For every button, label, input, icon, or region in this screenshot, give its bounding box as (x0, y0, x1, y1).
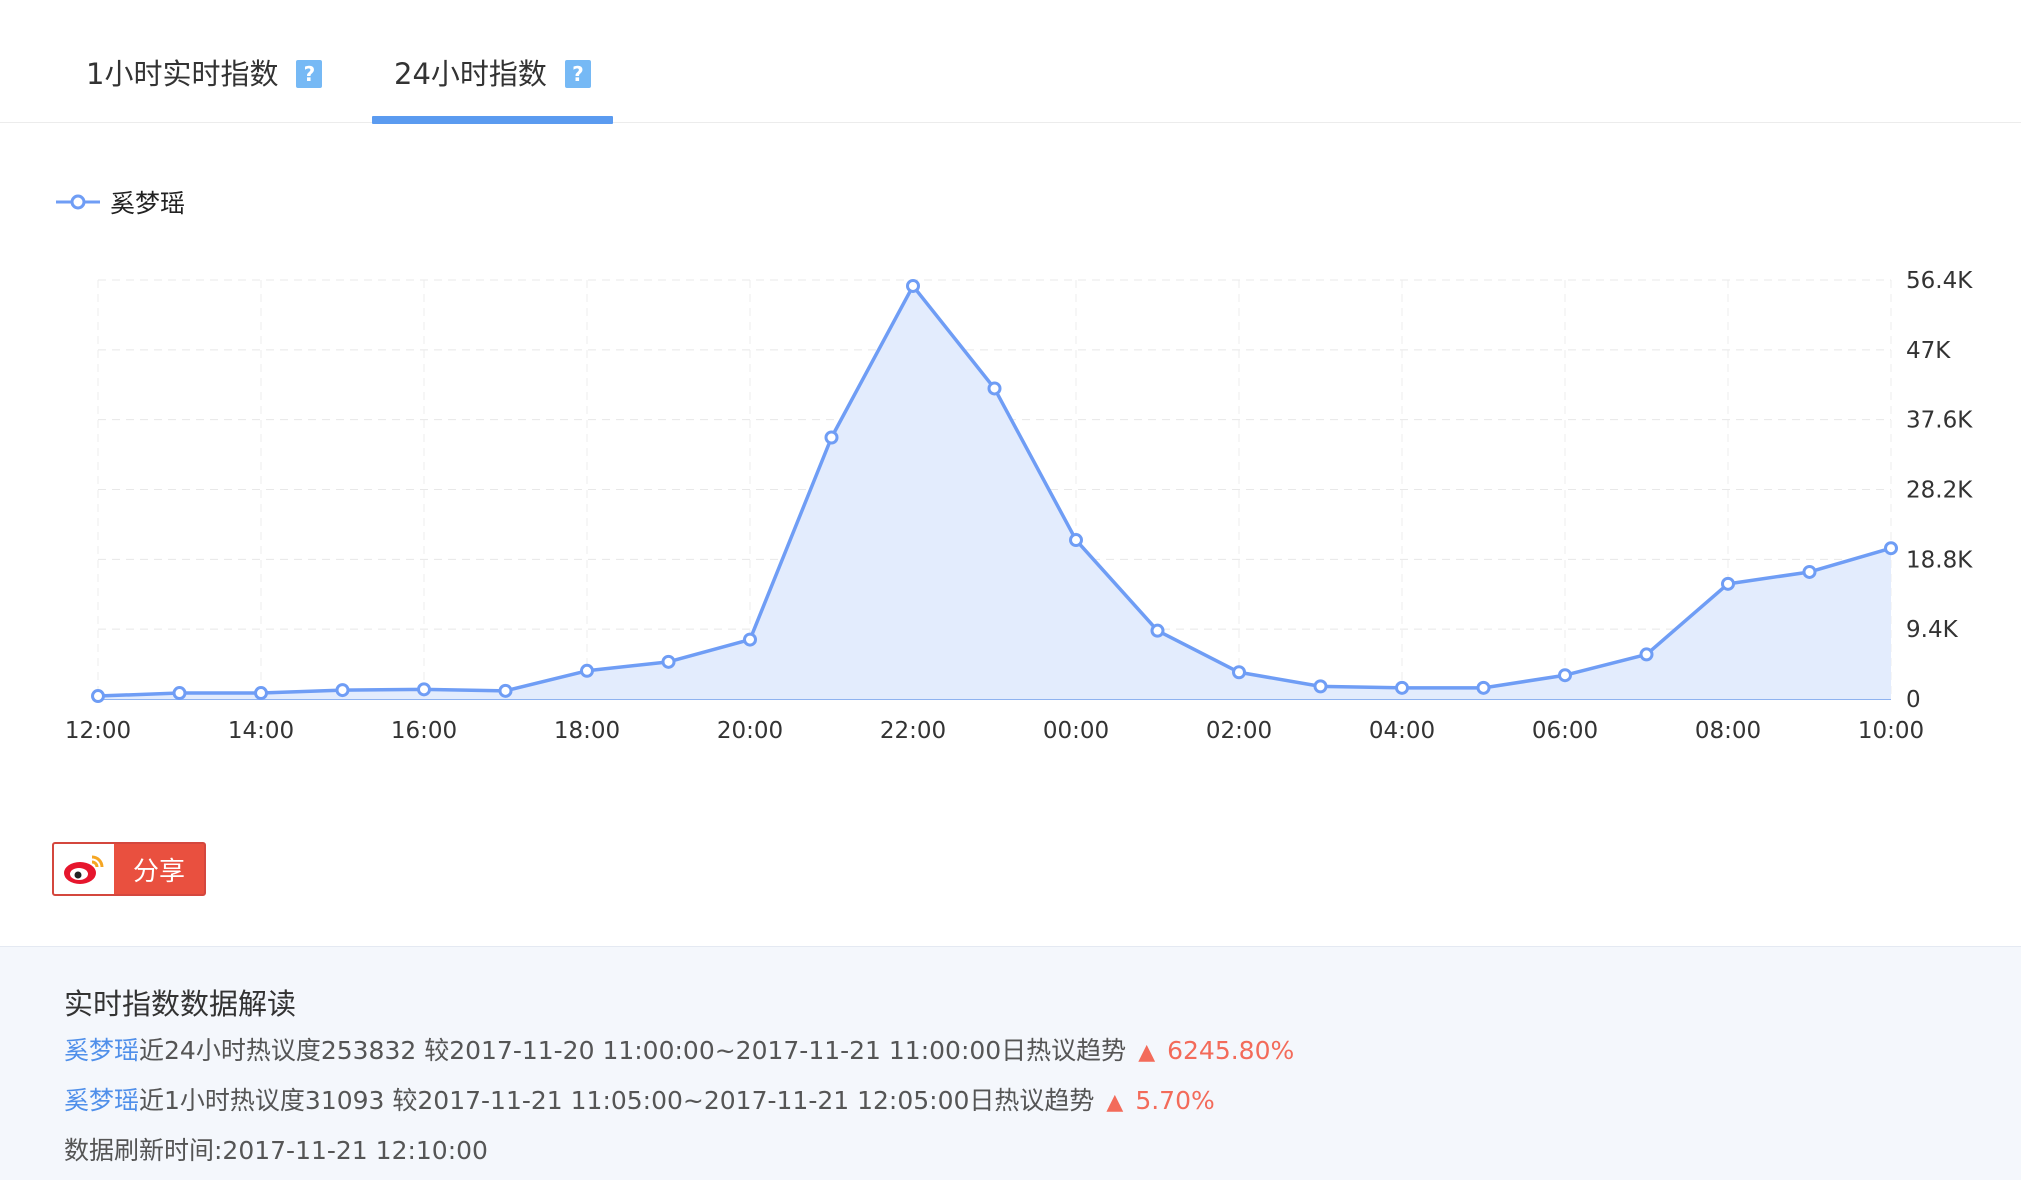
person-link[interactable]: 奚梦瑶 (64, 1086, 139, 1115)
x-tick-label: 06:00 (1532, 718, 1598, 744)
y-tick-label: 37.6K (1906, 408, 1973, 434)
x-tick-label: 02:00 (1206, 718, 1272, 744)
data-point (91, 689, 105, 704)
data-point (580, 663, 594, 678)
data-point (498, 683, 513, 698)
data-point (417, 682, 431, 697)
tab-1h-label: 1小时实时指数 (86, 57, 279, 91)
weibo-icon (54, 844, 114, 894)
data-point (172, 686, 187, 701)
data-point (1802, 564, 1817, 579)
data-interpretation-panel: 实时指数数据解读 奚梦瑶近24小时热议度253832 较2017-11-20 1… (0, 946, 2021, 1180)
legend-line-marker-icon (56, 194, 100, 210)
data-point (906, 278, 920, 293)
person-link[interactable]: 奚梦瑶 (64, 1036, 139, 1065)
weibo-share-button[interactable]: 分享 (52, 842, 206, 896)
x-tick-label: 16:00 (391, 718, 457, 744)
y-tick-label: 28.2K (1906, 478, 1973, 504)
y-tick-label: 47K (1906, 338, 1951, 364)
tab-24h-label: 24小时指数 (394, 57, 547, 91)
data-point (824, 430, 839, 445)
data-point (1069, 533, 1083, 548)
legend-label: 奚梦瑶 (110, 189, 186, 218)
summary-text: 近24小时热议度253832 较2017-11-20 11:00:00~2017… (139, 1036, 1127, 1065)
trend-percent: 5.70% (1135, 1086, 1215, 1115)
y-tick-label: 0 (1906, 687, 1921, 713)
y-tick-label: 56.4K (1906, 268, 1973, 294)
up-arrow-icon: ▲ (1138, 1040, 1156, 1065)
x-tick-label: 10:00 (1858, 718, 1924, 744)
x-tick-label: 04:00 (1369, 718, 1435, 744)
x-tick-label: 20:00 (717, 718, 783, 744)
help-icon[interactable]: ? (296, 60, 323, 88)
x-tick-label: 18:00 (554, 718, 620, 744)
data-point (1313, 679, 1328, 694)
data-point (1476, 680, 1491, 695)
x-tick-label: 14:00 (228, 718, 294, 744)
data-point (1395, 680, 1409, 695)
x-tick-label: 00:00 (1043, 718, 1109, 744)
data-point (254, 686, 268, 701)
summary-line-24h: 奚梦瑶近24小时热议度253832 较2017-11-20 11:00:00~2… (64, 1031, 1294, 1067)
tab-24h-index[interactable]: 24小时指数 ? (372, 52, 613, 124)
chart-legend[interactable]: 奚梦瑶 (56, 184, 185, 220)
up-arrow-icon: ▲ (1106, 1090, 1124, 1115)
share-label: 分享 (132, 856, 185, 887)
x-tick-label: 22:00 (880, 718, 946, 744)
data-point (1232, 665, 1246, 680)
data-point (987, 381, 1002, 396)
summary-text: 近1小时热议度31093 较2017-11-21 11:05:00~2017-1… (139, 1086, 1095, 1115)
tab-1h-index[interactable]: 1小时实时指数 ? (86, 52, 323, 122)
refresh-time: 数据刷新时间:2017-11-21 12:10:00 (64, 1136, 488, 1165)
data-point (1639, 647, 1654, 662)
panel-title: 实时指数数据解读 (64, 987, 297, 1021)
data-point (335, 683, 350, 698)
data-point (1884, 541, 1898, 556)
trend-percent: 6245.80% (1167, 1036, 1295, 1065)
data-point (661, 654, 676, 669)
x-tick-label: 12:00 (65, 718, 131, 744)
series-area (98, 285, 1891, 699)
data-point (1558, 668, 1572, 683)
data-point (1721, 576, 1735, 591)
y-tick-label: 18.8K (1906, 547, 1973, 573)
x-tick-label: 08:00 (1695, 718, 1761, 744)
tab-bar: 1小时实时指数 ? 24小时指数 ? (0, 0, 2021, 124)
summary-line-1h: 奚梦瑶近1小时热议度31093 较2017-11-21 11:05:00~201… (64, 1081, 1215, 1117)
help-icon[interactable]: ? (564, 60, 591, 88)
y-tick-label: 9.4K (1906, 617, 1959, 643)
data-point (743, 632, 757, 647)
data-point (1150, 623, 1165, 638)
trend-chart: 12:00 14:00 16:00 18:00 20:00 22:00 00:00 02:00… (65, 268, 1973, 744)
